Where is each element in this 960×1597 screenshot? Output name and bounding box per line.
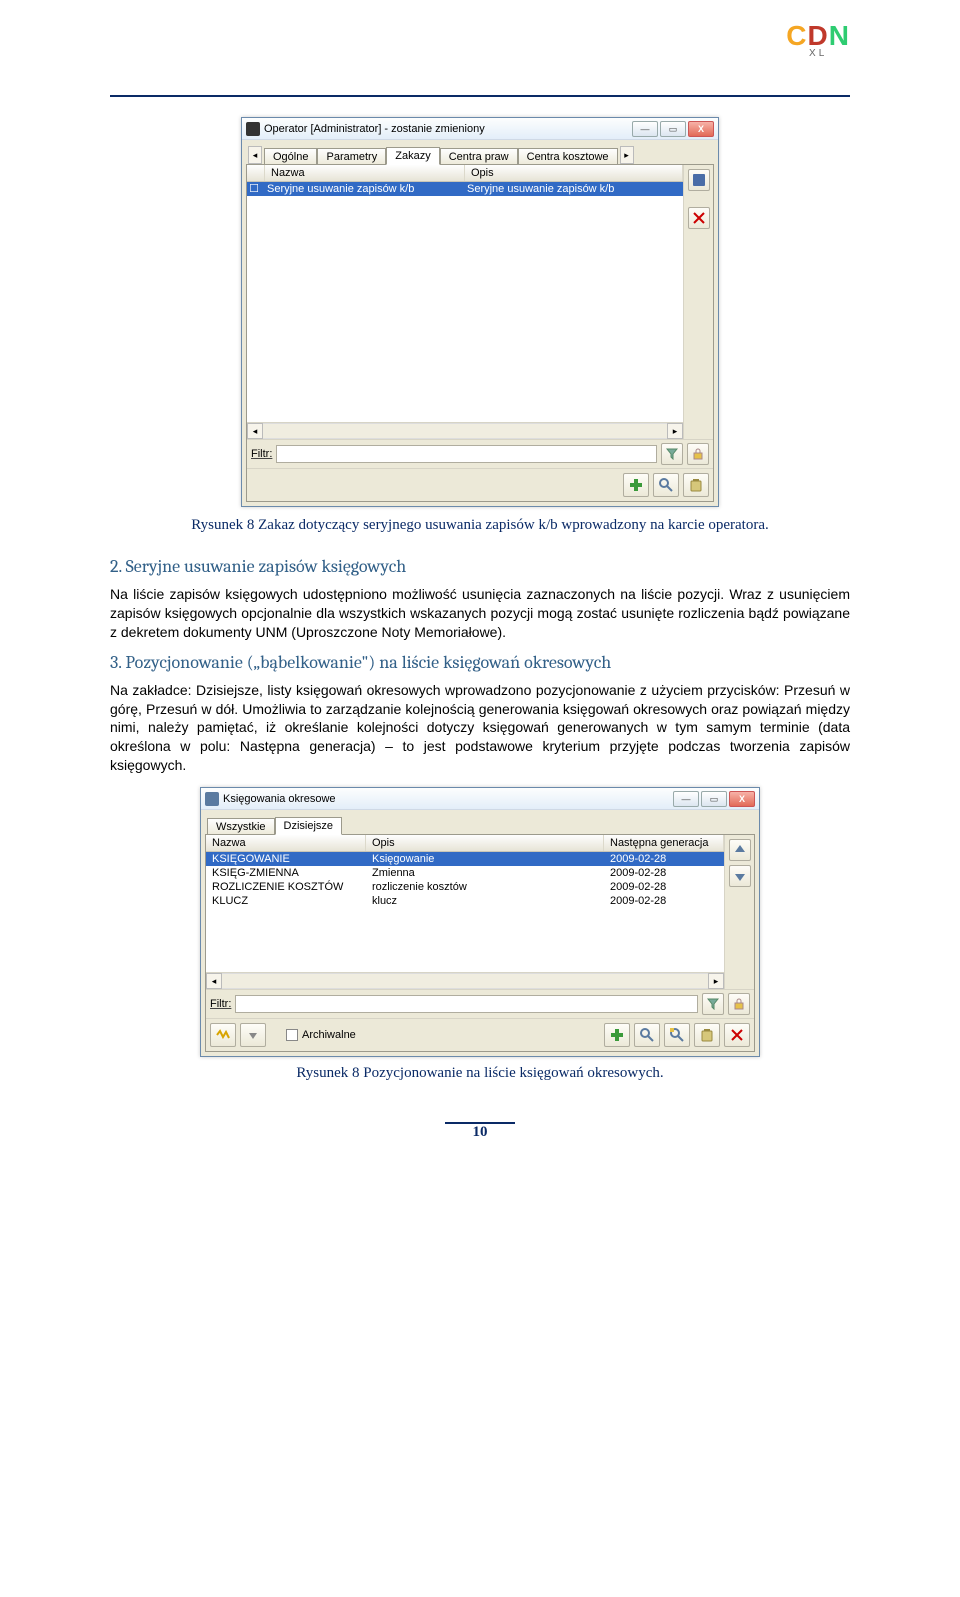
filter-input[interactable] — [235, 995, 698, 1013]
delete-button[interactable] — [688, 207, 710, 229]
tab-strip: Wszystkie Dzisiejsze — [205, 814, 755, 834]
section-heading-3: 3. Pozycjonowanie („bąbelkowanie") na li… — [110, 652, 850, 673]
titlebar[interactable]: Księgowania okresowe — ▭ X — [201, 788, 759, 810]
list-rows[interactable]: ☐ Seryjne usuwanie zapisów k/b Seryjne u… — [247, 182, 683, 422]
operator-window: Operator [Administrator] - zostanie zmie… — [241, 117, 719, 507]
section-2-paragraph: Na liście zapisów księgowych udostępnion… — [110, 585, 850, 642]
figure-caption: Rysunek 8 Pozycjonowanie na liście księg… — [110, 1065, 850, 1082]
col-nastgen[interactable]: Następna generacja — [604, 835, 724, 851]
filter-input[interactable] — [276, 445, 657, 463]
figure-caption: Rysunek 8 Zakaz dotyczący seryjnego usuw… — [110, 517, 850, 534]
tab-dzisiejsze[interactable]: Dzisiejsze — [275, 817, 343, 835]
find-button[interactable] — [634, 1023, 660, 1047]
filter-label: Filtr: — [210, 998, 231, 1010]
maximize-button[interactable]: ▭ — [660, 121, 686, 137]
edit-button[interactable] — [664, 1023, 690, 1047]
app-icon — [246, 122, 260, 136]
col-opis[interactable]: Opis — [366, 835, 604, 851]
list-row[interactable]: KSIĘG-ZMIENNA Zmienna 2009-02-28 — [206, 866, 724, 880]
tab-centra-praw[interactable]: Centra praw — [440, 148, 518, 165]
list-header: Nazwa Opis Następna generacja — [206, 835, 724, 852]
col-nazwa[interactable]: Nazwa — [265, 165, 465, 181]
list-row[interactable]: ROZLICZENIE KOSZTÓW rozliczenie kosztów … — [206, 880, 724, 894]
cancel-button[interactable] — [724, 1023, 750, 1047]
archiwalne-label: Archiwalne — [302, 1029, 356, 1041]
row-checkbox[interactable]: ☐ — [247, 182, 261, 196]
tab-ogolne[interactable]: Ogólne — [264, 148, 317, 165]
lock-icon[interactable] — [728, 993, 750, 1015]
page-footer: 10 — [110, 1122, 850, 1141]
horizontal-scrollbar[interactable]: ◂▸ — [206, 972, 724, 989]
maximize-button[interactable]: ▭ — [701, 791, 727, 807]
save-button[interactable] — [688, 169, 710, 191]
horizontal-scrollbar[interactable]: ◂▸ — [247, 422, 683, 439]
tab-wszystkie[interactable]: Wszystkie — [207, 818, 275, 835]
header-divider — [110, 95, 850, 97]
trash-button[interactable] — [694, 1023, 720, 1047]
lock-icon[interactable] — [687, 443, 709, 465]
window-title: Księgowania okresowe — [223, 793, 673, 805]
list-row[interactable]: KLUCZ klucz 2009-02-28 — [206, 894, 724, 908]
tab-strip: ◂ Ogólne Parametry Zakazy Centra praw Ce… — [246, 144, 714, 164]
run-down-button[interactable] — [240, 1023, 266, 1047]
move-down-button[interactable] — [729, 865, 751, 887]
titlebar[interactable]: Operator [Administrator] - zostanie zmie… — [242, 118, 718, 140]
tab-centra-kosztowe[interactable]: Centra kosztowe — [518, 148, 618, 165]
list-row[interactable]: ☐ Seryjne usuwanie zapisów k/b Seryjne u… — [247, 182, 683, 196]
col-opis[interactable]: Opis — [465, 165, 683, 181]
tab-parametry[interactable]: Parametry — [317, 148, 386, 165]
funnel-icon[interactable] — [702, 993, 724, 1015]
minimize-button[interactable]: — — [673, 791, 699, 807]
ksiegowania-window: Księgowania okresowe — ▭ X Wszystkie Dzi… — [200, 787, 760, 1057]
section-3-paragraph: Na zakładce: Dzisiejsze, listy księgowań… — [110, 681, 850, 775]
funnel-icon[interactable] — [661, 443, 683, 465]
archiwalne-checkbox[interactable]: Archiwalne — [286, 1029, 356, 1041]
app-icon — [205, 792, 219, 806]
page-number: 10 — [473, 1124, 488, 1140]
col-nazwa[interactable]: Nazwa — [206, 835, 366, 851]
minimize-button[interactable]: — — [632, 121, 658, 137]
close-button[interactable]: X — [688, 121, 714, 137]
close-button[interactable]: X — [729, 791, 755, 807]
list-rows[interactable]: KSIĘGOWANIE Księgowanie 2009-02-28 KSIĘG… — [206, 852, 724, 972]
tab-scroll-left[interactable]: ◂ — [248, 146, 262, 164]
filter-label: Filtr: — [251, 448, 272, 460]
window-title: Operator [Administrator] - zostanie zmie… — [264, 123, 632, 135]
trash-button[interactable] — [683, 473, 709, 497]
run-button[interactable] — [210, 1023, 236, 1047]
add-button[interactable] — [623, 473, 649, 497]
brand-logo: CDN XL — [786, 20, 850, 59]
list-row[interactable]: KSIĘGOWANIE Księgowanie 2009-02-28 — [206, 852, 724, 866]
section-heading-2: 2. Seryjne usuwanie zapisów księgowych — [110, 556, 850, 577]
list-header: Nazwa Opis — [247, 165, 683, 182]
find-button[interactable] — [653, 473, 679, 497]
tab-zakazy[interactable]: Zakazy — [386, 147, 439, 165]
move-up-button[interactable] — [729, 839, 751, 861]
tab-scroll-right[interactable]: ▸ — [620, 146, 634, 164]
add-button[interactable] — [604, 1023, 630, 1047]
